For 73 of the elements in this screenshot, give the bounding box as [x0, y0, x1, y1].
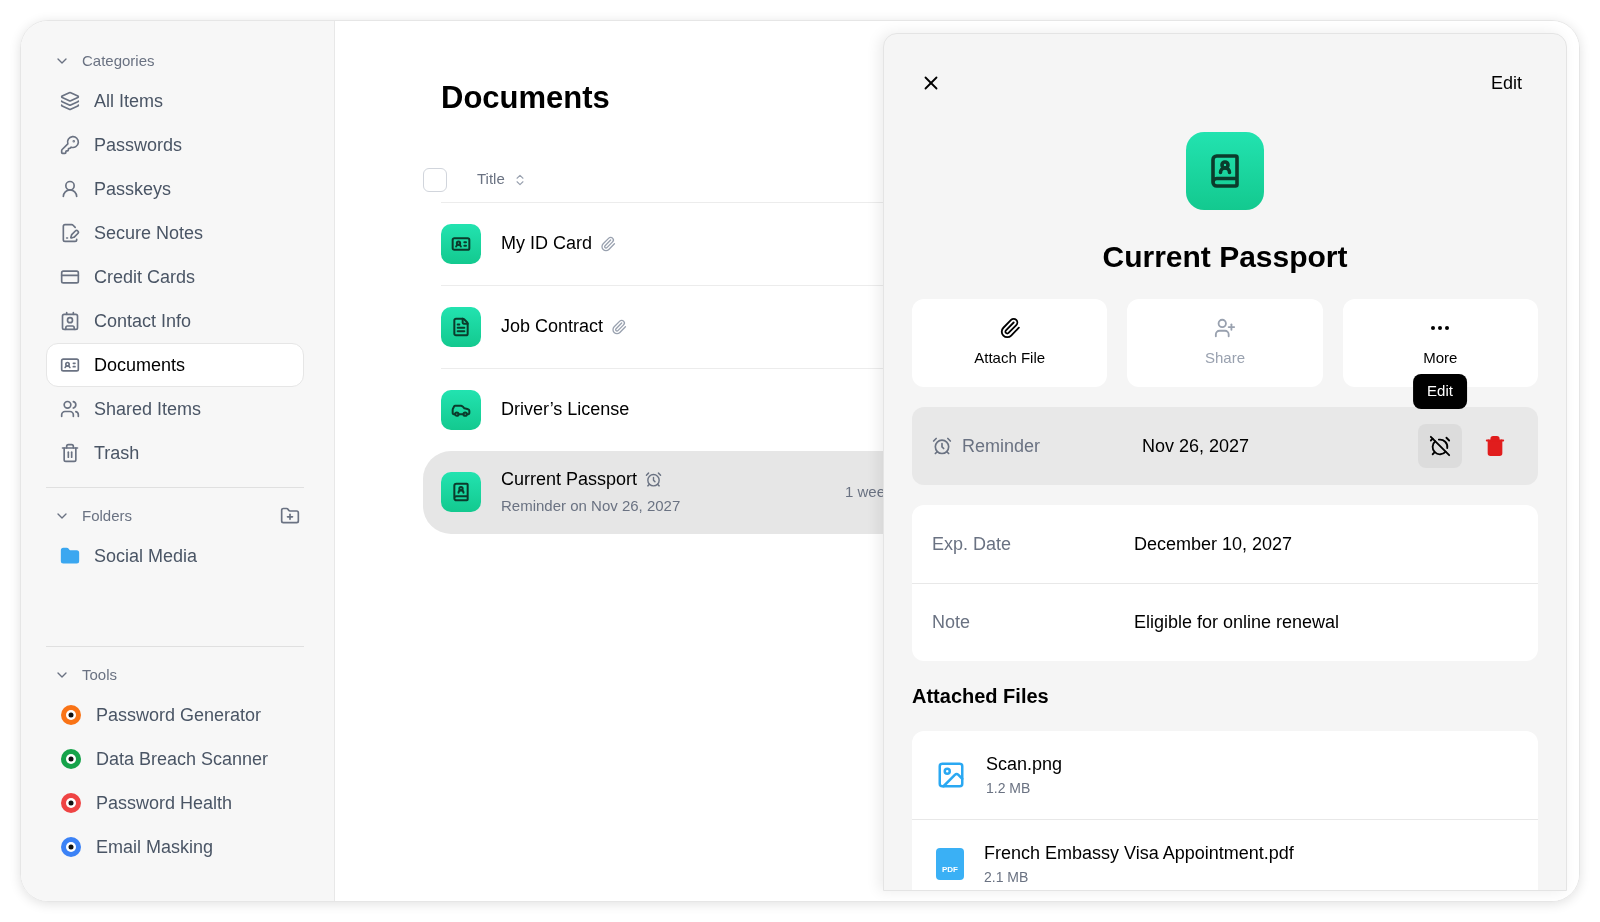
sidebar-item[interactable]: Secure Notes [46, 211, 304, 255]
column-header[interactable]: Title [477, 168, 505, 191]
image-file-icon [936, 760, 966, 790]
sidebar-item[interactable]: Passwords [46, 123, 304, 167]
sidebar-item[interactable]: Shared Items [46, 387, 304, 431]
document-icon [441, 306, 481, 347]
tool-icon [60, 748, 82, 770]
document-row[interactable]: Current Passport Reminder on Nov 26, 2027 1 wee [423, 450, 885, 534]
document-icon [441, 389, 481, 430]
sidebar-item[interactable]: Email Masking [46, 825, 304, 869]
document-title: Driver’s License [501, 398, 630, 421]
category-icon [60, 311, 80, 331]
more-icon [1431, 325, 1450, 330]
sidebar-item[interactable]: Passkeys [46, 167, 304, 211]
sidebar-item[interactable]: Trash [46, 431, 304, 475]
item-title: Current Passport [1102, 239, 1348, 275]
reminder-value: Nov 26, 2027 [1142, 434, 1250, 458]
document-title: Job Contract [501, 315, 604, 338]
tool-icon [60, 792, 82, 814]
document-time: 1 wee [844, 481, 885, 502]
category-icon [60, 91, 80, 111]
reminder-label: Reminder [962, 434, 1042, 458]
category-icon [60, 267, 80, 287]
delete-icon[interactable] [1484, 435, 1506, 457]
file-size: 1.2 MB [986, 779, 1032, 798]
file-name: Scan.png [986, 753, 1063, 776]
document-title: My ID Card [501, 232, 592, 255]
file-size: 2.1 MB [984, 867, 1030, 887]
category-icon [60, 135, 80, 155]
alarm-clock-icon [1429, 435, 1451, 457]
sidebar-item[interactable]: Contact Info [46, 299, 304, 343]
tool-icon [60, 704, 82, 726]
document-icon [441, 223, 481, 264]
file-row[interactable]: PDF French Embassy Visa Appointment.pdf 2.1 MB [912, 819, 1538, 890]
field-value: December 10, 2027 [1134, 532, 1293, 556]
tooltip: Edit [1413, 374, 1467, 409]
section-heading: Attached Files [912, 684, 1050, 709]
paperclip-icon [998, 316, 1021, 339]
sidebar-item[interactable]: All Items [46, 79, 304, 123]
action-button[interactable]: Attach File [912, 299, 1108, 387]
add-person-icon [1214, 316, 1236, 339]
select-all-checkbox[interactable] [423, 167, 447, 192]
category-icon [60, 355, 80, 375]
page-title: Documents [441, 79, 611, 117]
file-row[interactable]: Scan.png 1.2 MB [912, 731, 1538, 819]
edit-button[interactable]: Edit [1482, 69, 1530, 97]
new-folder-icon[interactable] [280, 506, 300, 526]
sidebar-item[interactable]: Data Breach Scanner [46, 737, 304, 781]
folder-icon [60, 546, 80, 566]
section-title: Categories [82, 50, 155, 71]
field-label: Exp. Date [932, 532, 1013, 556]
section-title: Folders [82, 505, 133, 526]
category-icon [60, 223, 80, 243]
sidebar-item[interactable]: Documents [46, 343, 304, 387]
alarm-clock-icon [932, 436, 952, 456]
tool-icon [60, 836, 82, 858]
category-icon [60, 179, 80, 199]
document-icon [1186, 132, 1264, 210]
edit-reminder-button[interactable] [1418, 424, 1462, 468]
category-icon [60, 399, 80, 419]
section-title: Tools [82, 664, 118, 685]
category-icon [60, 443, 80, 463]
document-title: Current Passport [501, 468, 638, 492]
sidebar-item[interactable]: Password Generator [46, 693, 304, 737]
sidebar-item[interactable]: Credit Cards [46, 255, 304, 299]
document-subtitle: Reminder on Nov 26, 2027 [501, 496, 681, 517]
sidebar-item[interactable]: Social Media [46, 534, 304, 578]
file-name: French Embassy Visa Appointment.pdf [984, 841, 1294, 865]
field-value: Eligible for online renewal [1134, 611, 1340, 634]
sidebar-item[interactable]: Password Health [46, 781, 304, 825]
pdf-file-icon: PDF [936, 847, 964, 880]
document-icon [441, 472, 481, 512]
field-label: Note [932, 611, 972, 634]
